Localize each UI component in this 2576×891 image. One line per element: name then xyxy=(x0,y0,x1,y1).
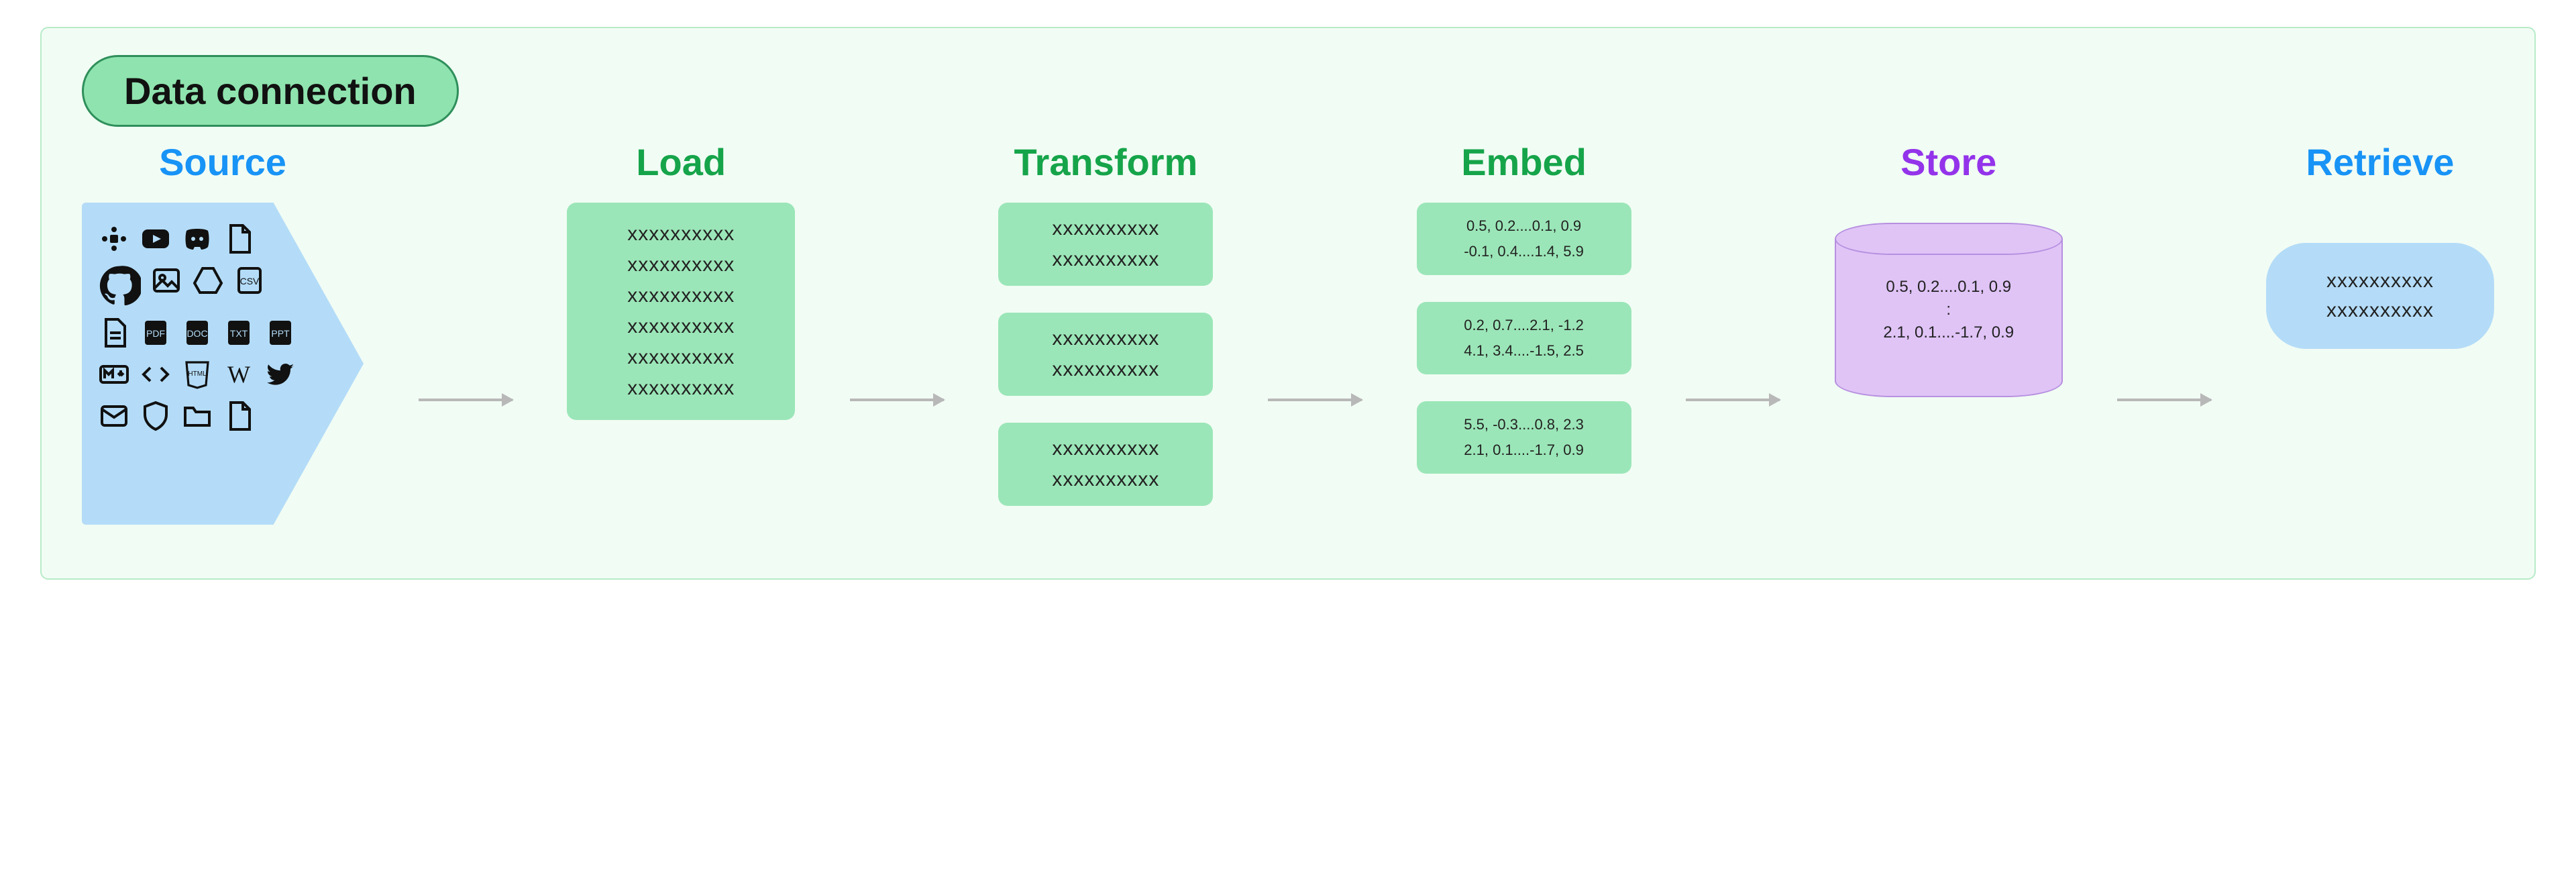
svg-text:PDF: PDF xyxy=(146,328,165,339)
arrow-5 xyxy=(2117,140,2211,525)
pdf-icon: PDF xyxy=(140,317,172,349)
shield-icon xyxy=(140,400,172,432)
html-icon: HTML xyxy=(181,358,213,390)
stage-store: Store 0.5, 0.2....0.1, 0.9 : 2.1, 0.1...… xyxy=(1835,140,2063,525)
vector-line: 2.1, 0.1....-1.7, 0.9 xyxy=(1464,441,1584,459)
txt-icon: TXT xyxy=(223,317,255,349)
stage-load: Load xxxxxxxxxx xxxxxxxxxx xxxxxxxxxx xx… xyxy=(567,140,795,525)
load-line: xxxxxxxxxx xyxy=(627,377,735,400)
svg-text:PPT: PPT xyxy=(271,328,290,339)
store-line: 0.5, 0.2....0.1, 0.9 xyxy=(1886,278,2011,297)
chunk-line: xxxxxxxxxx xyxy=(1052,437,1159,460)
svg-text:W: W xyxy=(227,361,250,388)
chunk-line: xxxxxxxxxx xyxy=(1052,248,1159,271)
panel-badge: Data connection xyxy=(82,55,459,127)
stage-title-retrieve: Retrieve xyxy=(2306,140,2454,184)
stage-embed: Embed 0.5, 0.2....0.1, 0.9 -0.1, 0.4....… xyxy=(1417,140,1631,525)
embed-vector: 0.2, 0.7....2.1, -1.2 4.1, 3.4....-1.5, … xyxy=(1417,302,1631,374)
load-line: xxxxxxxxxx xyxy=(627,254,735,276)
vector-line: 4.1, 3.4....-1.5, 2.5 xyxy=(1464,342,1584,360)
doc-icon: DOC xyxy=(181,317,213,349)
image-icon xyxy=(150,264,182,297)
page-icon xyxy=(98,317,130,349)
slack-icon xyxy=(98,223,130,255)
arrow-1 xyxy=(419,140,513,525)
arrow-4 xyxy=(1686,140,1780,525)
stage-title-source: Source xyxy=(159,140,286,184)
vector-line: 0.2, 0.7....2.1, -1.2 xyxy=(1464,317,1584,334)
retrieve-box: xxxxxxxxxx xxxxxxxxxx xyxy=(2266,243,2494,349)
load-line: xxxxxxxxxx xyxy=(627,284,735,307)
transform-chunk: xxxxxxxxxx xxxxxxxxxx xyxy=(998,313,1213,396)
csv-icon: CSV xyxy=(233,264,266,297)
stage-title-embed: Embed xyxy=(1461,140,1587,184)
stage-retrieve: Retrieve xxxxxxxxxx xxxxxxxxxx xyxy=(2266,140,2494,525)
retrieve-line: xxxxxxxxxx xyxy=(2326,270,2434,293)
gdrive-icon xyxy=(192,264,224,297)
chunk-line: xxxxxxxxxx xyxy=(1052,327,1159,350)
load-line: xxxxxxxxxx xyxy=(627,315,735,338)
youtube-icon xyxy=(140,223,172,255)
file-icon xyxy=(223,223,255,255)
embed-vector: 0.5, 0.2....0.1, 0.9 -0.1, 0.4....1.4, 5… xyxy=(1417,203,1631,275)
arrow-2 xyxy=(850,140,944,525)
mail-icon xyxy=(98,400,130,432)
file2-icon xyxy=(223,400,255,432)
pipeline-row: Source CSV PDF DOC TXT PPT xyxy=(82,140,2494,525)
data-connection-panel: Data connection Source CSV PDF DOC xyxy=(40,27,2536,580)
wikipedia-icon: W xyxy=(223,358,255,390)
svg-text:DOC: DOC xyxy=(186,328,207,339)
github-icon xyxy=(98,264,141,307)
store-line: : xyxy=(1946,301,1951,319)
vector-line: 0.5, 0.2....0.1, 0.9 xyxy=(1466,217,1581,235)
vector-line: 5.5, -0.3....0.8, 2.3 xyxy=(1464,416,1584,433)
arrow-3 xyxy=(1268,140,1362,525)
code-icon xyxy=(140,358,172,390)
vector-line: -0.1, 0.4....1.4, 5.9 xyxy=(1464,243,1584,260)
stage-title-store: Store xyxy=(1900,140,1996,184)
svg-text:TXT: TXT xyxy=(230,328,248,339)
twitter-icon xyxy=(264,358,297,390)
svg-text:HTML: HTML xyxy=(188,370,207,378)
transform-chunk: xxxxxxxxxx xxxxxxxxxx xyxy=(998,203,1213,286)
md-icon xyxy=(98,358,130,390)
stage-transform: Transform xxxxxxxxxx xxxxxxxxxx xxxxxxxx… xyxy=(998,140,1213,525)
chunk-line: xxxxxxxxxx xyxy=(1052,217,1159,240)
chunk-line: xxxxxxxxxx xyxy=(1052,468,1159,491)
chunk-line: xxxxxxxxxx xyxy=(1052,358,1159,381)
discord-icon xyxy=(181,223,213,255)
ppt-icon: PPT xyxy=(264,317,297,349)
stage-title-load: Load xyxy=(636,140,726,184)
source-shape: CSV PDF DOC TXT PPT HTML W xyxy=(82,203,364,525)
store-line: 2.1, 0.1....-1.7, 0.9 xyxy=(1883,323,2014,342)
stage-source: Source CSV PDF DOC TXT PPT xyxy=(82,140,364,525)
retrieve-line: xxxxxxxxxx xyxy=(2326,299,2434,322)
store-cylinder: 0.5, 0.2....0.1, 0.9 : 2.1, 0.1....-1.7,… xyxy=(1835,223,2063,397)
stage-title-transform: Transform xyxy=(1014,140,1197,184)
transform-chunk: xxxxxxxxxx xxxxxxxxxx xyxy=(998,423,1213,506)
svg-text:CSV: CSV xyxy=(240,276,260,286)
embed-vector: 5.5, -0.3....0.8, 2.3 2.1, 0.1....-1.7, … xyxy=(1417,401,1631,474)
folder-icon xyxy=(181,400,213,432)
load-box: xxxxxxxxxx xxxxxxxxxx xxxxxxxxxx xxxxxxx… xyxy=(567,203,795,420)
load-line: xxxxxxxxxx xyxy=(627,223,735,246)
load-line: xxxxxxxxxx xyxy=(627,346,735,369)
